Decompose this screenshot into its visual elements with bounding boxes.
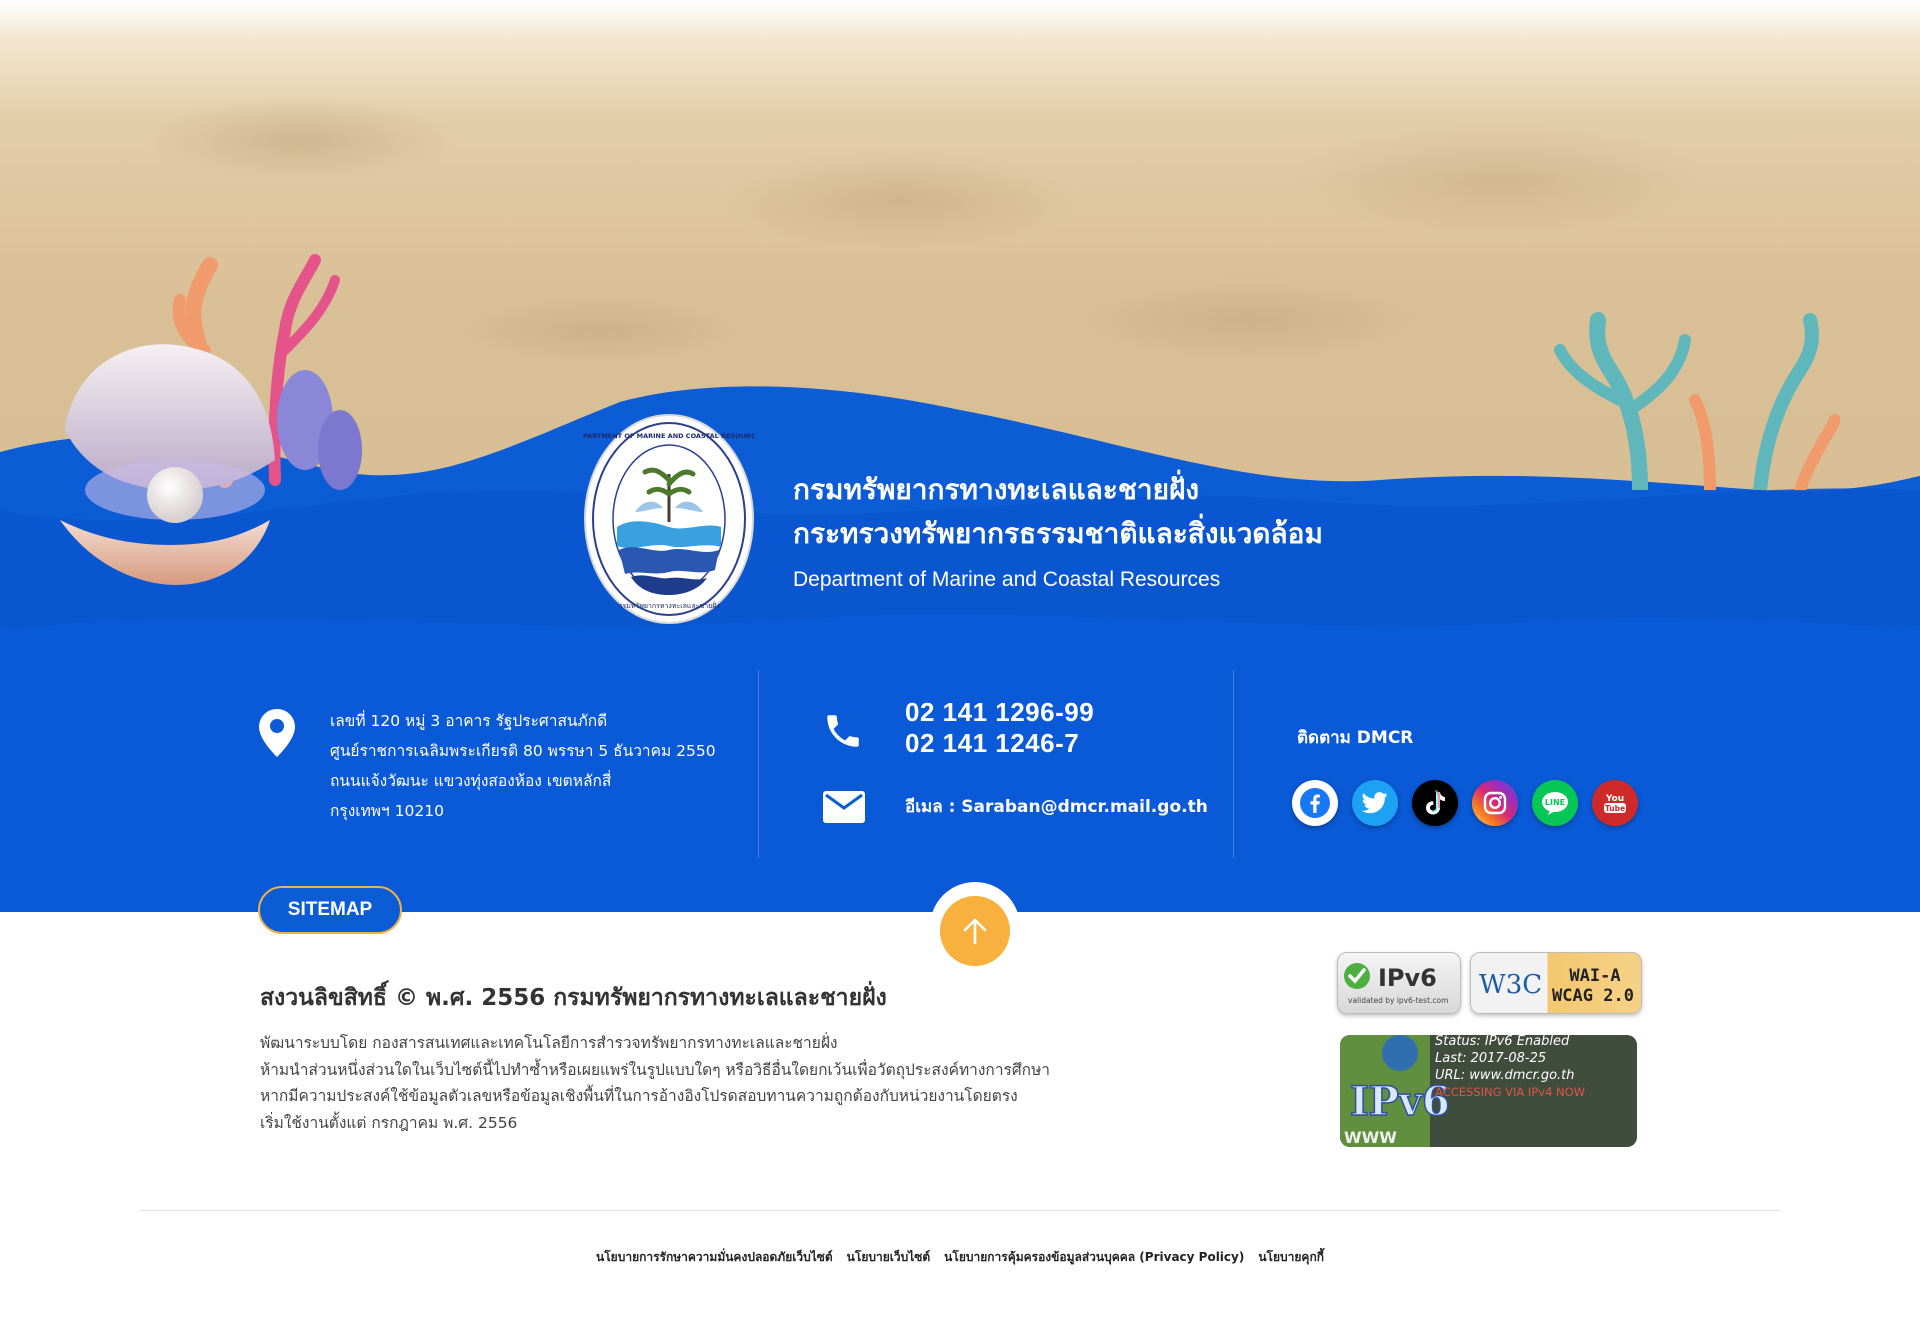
- policy-link-website[interactable]: นโยบายเว็บไซต์: [847, 1248, 931, 1267]
- twitter-icon[interactable]: [1352, 780, 1398, 826]
- ipv6-validated-badge[interactable]: IPv6 validated by ipv6-test.com: [1337, 952, 1461, 1014]
- phone-numbers: 02 141 1296-99 02 141 1246-7: [905, 697, 1094, 759]
- arrow-up-icon: [963, 918, 987, 945]
- instagram-icon[interactable]: [1472, 780, 1518, 826]
- address-line: กรุงเทพฯ 10210: [330, 802, 444, 820]
- ipv6-badge-sub: validated by ipv6-test.com: [1348, 996, 1448, 1005]
- w3c-wcag-badge[interactable]: W3C WAI-A WCAG 2.0: [1470, 952, 1642, 1014]
- address-line: ศูนย์ราชการเฉลิมพระเกียรติ 80 พรรษา 5 ธั…: [330, 742, 716, 760]
- developer-line: พัฒนาระบบโดย กองสารสนเทศและเทคโนโลยีการส…: [260, 1034, 838, 1052]
- ipv6-status-badge[interactable]: IPv6 WWW Status: IPv6 Enabled Last: 2017…: [1340, 1035, 1637, 1147]
- svg-text:You: You: [1605, 794, 1624, 804]
- developer-line: ห้ามนำส่วนหนึ่งส่วนใดในเว็บไซต์นี้ไปทำซ้…: [260, 1060, 1050, 1079]
- column-divider: [758, 670, 759, 858]
- footer-divider: [140, 1210, 1780, 1211]
- svg-text:กรมทรัพยากรทางทะเลและชายฝั่ง: กรมทรัพยากรทางทะเลและชายฝั่ง: [618, 601, 720, 610]
- status-line: URL: www.dmcr.go.th: [1435, 1068, 1575, 1083]
- w3c-badge-graphic: W3C WAI-A WCAG 2.0: [1479, 966, 1634, 1006]
- email-link[interactable]: อีเมล : Saraban@dmcr.mail.go.th: [905, 793, 1208, 820]
- phone-icon: [827, 715, 859, 747]
- facebook-icon[interactable]: [1292, 780, 1338, 826]
- policy-link-cookie[interactable]: นโยบายคุกกี้: [1258, 1248, 1324, 1267]
- wai-label: WAI-A: [1569, 966, 1620, 986]
- social-links: LINE You Tube: [1292, 780, 1638, 826]
- mail-icon: [823, 791, 865, 823]
- svg-text:LINE: LINE: [1545, 798, 1565, 807]
- sitemap-button[interactable]: SITEMAP: [258, 886, 402, 934]
- policy-links: นโยบายการรักษาความมั่นคงปลอดภัยเว็บไซต์ …: [0, 1248, 1920, 1267]
- policy-link-security[interactable]: นโยบายการรักษาความมั่นคงปลอดภัยเว็บไซต์: [596, 1248, 833, 1267]
- address-text: เลขที่ 120 หมู่ 3 อาคาร รัฐประศาสนภักดี …: [330, 706, 716, 826]
- pearl-shell-decoration: [60, 344, 275, 585]
- title-thai-department: กรมทรัพยากรทางทะเลและชายฝั่ง: [793, 473, 1200, 506]
- status-line: Last: 2017-08-25: [1435, 1051, 1546, 1066]
- svg-text:Tube: Tube: [1605, 804, 1625, 813]
- column-divider: [1233, 670, 1234, 858]
- coral-right-decoration: [1554, 312, 1840, 490]
- www-text: WWW: [1344, 1128, 1397, 1147]
- dmcr-logo: DEPARTMENT OF MARINE AND COASTAL RESOURC…: [583, 414, 755, 624]
- developer-line: เริ่มใช้งานตั้งแต่ กรกฎาคม พ.ศ. 2556: [260, 1113, 518, 1132]
- developer-info: พัฒนาระบบโดย กองสารสนเทศและเทคโนโลยีการส…: [260, 1030, 1050, 1136]
- wcag-label: WCAG 2.0: [1552, 986, 1634, 1006]
- back-to-top-button[interactable]: [940, 896, 1010, 966]
- title-thai-ministry: กระทรวงทรัพยากรธรรมชาติและสิ่งแวดล้อม: [793, 517, 1323, 550]
- phone-number[interactable]: 02 141 1296-99: [905, 697, 1094, 728]
- w3c-label: W3C: [1479, 970, 1542, 1000]
- line-icon[interactable]: LINE: [1532, 780, 1578, 826]
- ipv6-check-badge-graphic: IPv6 validated by ipv6-test.com: [1344, 963, 1448, 1005]
- address-line: ถนนแจ้งวัฒนะ แขวงทุ่งสองห้อง เขตหลักสี่: [330, 772, 612, 790]
- svg-text:DEPARTMENT OF MARINE AND COAST: DEPARTMENT OF MARINE AND COASTAL RESOURC…: [583, 432, 755, 440]
- ipv6-status-graphic: IPv6 WWW Status: IPv6 Enabled Last: 2017…: [1340, 1035, 1585, 1147]
- youtube-icon[interactable]: You Tube: [1592, 780, 1638, 826]
- title-english: Department of Marine and Coastal Resourc…: [793, 568, 1221, 591]
- follow-label: ติดตาม DMCR: [1297, 728, 1414, 748]
- status-line: ACCESSING VIA IPv4 NOW: [1435, 1085, 1585, 1099]
- tiktok-icon[interactable]: [1412, 780, 1458, 826]
- policy-link-privacy[interactable]: นโยบายการคุ้มครองข้อมูลส่วนบุคคล (Privac…: [944, 1248, 1244, 1267]
- site-title-block: กรมทรัพยากรทางทะเลและชายฝั่ง กระทรวงทรัพ…: [793, 468, 1323, 592]
- phone-number[interactable]: 02 141 1246-7: [905, 728, 1094, 759]
- address-line: เลขที่ 120 หมู่ 3 อาคาร รัฐประศาสนภักดี: [330, 712, 608, 730]
- copyright-text: สงวนลิขสิทธิ์ © พ.ศ. 2556 กรมทรัพยากรทาง…: [260, 985, 887, 1011]
- status-line: Status: IPv6 Enabled: [1435, 1035, 1570, 1049]
- developer-line: หากมีความประสงค์ใช้ข้อมูลตัวเลขหรือข้อมู…: [260, 1087, 1018, 1105]
- ipv6-badge-label: IPv6: [1378, 964, 1437, 992]
- location-pin-icon: [259, 709, 295, 757]
